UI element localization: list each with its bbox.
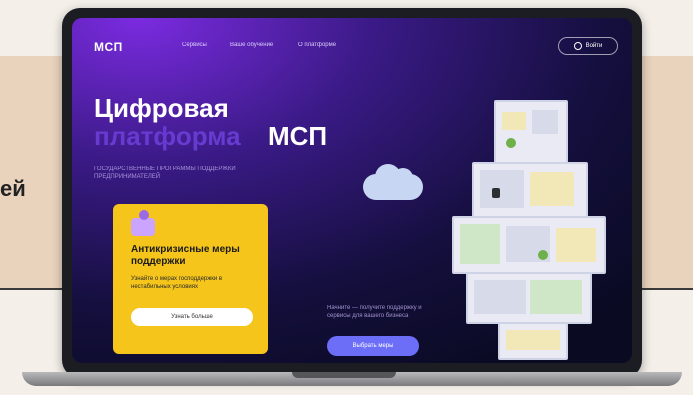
laptop-screen: МСП Сервисы Ваше обучение О платформе Во… (72, 18, 632, 363)
site-logo[interactable]: МСП (94, 40, 123, 54)
building-room (532, 110, 558, 134)
support-card[interactable]: Антикризисные меры поддержки Узнайте о м… (113, 204, 268, 354)
cta-note: Начните — получите поддержку и сервисы д… (327, 305, 422, 319)
building-room (460, 224, 500, 264)
hero-subtitle: ГОСУДАРСТВЕННЫЕ ПРОГРАММЫ ПОДДЕРЖКИ ПРЕД… (94, 166, 236, 180)
plant-icon (506, 138, 516, 148)
support-card-title: Антикризисные меры поддержки (131, 244, 240, 267)
support-card-text: Узнайте о мерах господдержки в нестабиль… (131, 276, 223, 290)
building-room (480, 170, 524, 208)
building-illustration (442, 98, 622, 360)
building-room (530, 280, 582, 314)
hero-title-line1: Цифровая (94, 93, 229, 123)
login-label: Войти (585, 43, 603, 49)
nav-about[interactable]: О платформе (298, 42, 336, 48)
building-room (506, 330, 560, 350)
building-room (556, 228, 596, 262)
building-block (494, 100, 568, 164)
nav-services[interactable]: Сервисы (182, 42, 207, 48)
building-block (472, 162, 588, 218)
login-button[interactable]: Войти (558, 37, 618, 55)
building-block (466, 272, 592, 324)
choose-measures-button[interactable]: Выбрать меры (327, 336, 419, 356)
building-block (498, 322, 568, 360)
plant-icon (538, 250, 548, 260)
building-room (474, 280, 526, 314)
building-block (452, 216, 606, 274)
user-icon (573, 42, 582, 50)
building-room (530, 172, 574, 206)
learn-more-button[interactable]: Узнать больше (131, 308, 253, 326)
laptop-frame: МСП Сервисы Ваше обучение О платформе Во… (62, 8, 642, 378)
left-side-text: ей (0, 176, 26, 201)
hero-title-line2-part2: МСП (268, 121, 328, 151)
cloud-illustration (363, 164, 423, 200)
laptop-notch (292, 372, 396, 378)
hero-title-line2-part1: платформа (94, 121, 241, 151)
nav-learning[interactable]: Ваше обучение (230, 42, 273, 48)
chair-icon (492, 188, 500, 198)
building-room (502, 112, 526, 130)
person-icon (131, 210, 155, 236)
